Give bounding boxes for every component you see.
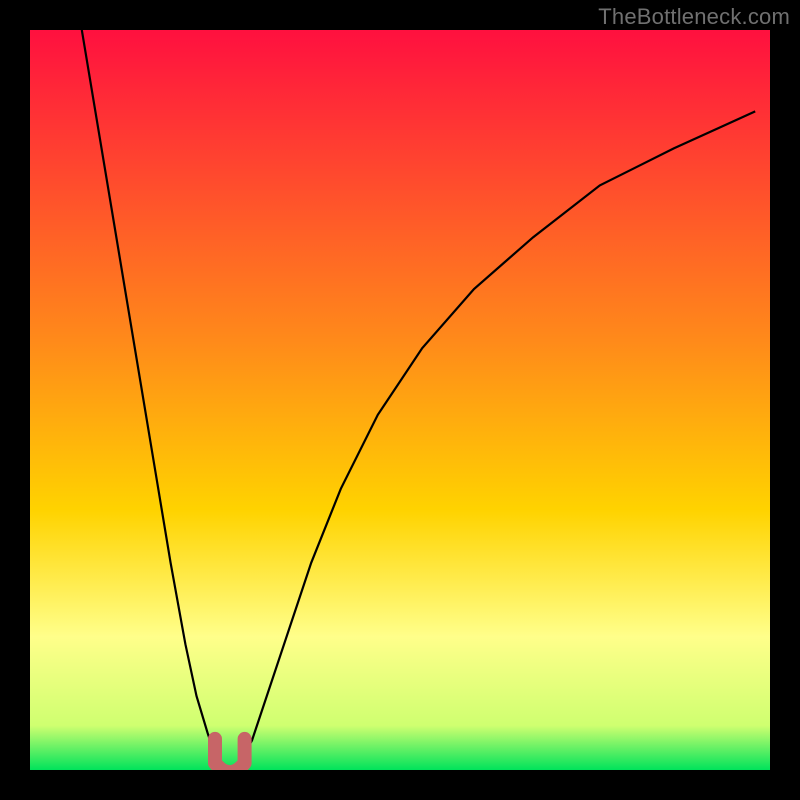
watermark-label: TheBottleneck.com <box>598 4 790 30</box>
gradient-background <box>30 30 770 770</box>
bottleneck-chart <box>30 30 770 770</box>
chart-frame: TheBottleneck.com <box>0 0 800 800</box>
